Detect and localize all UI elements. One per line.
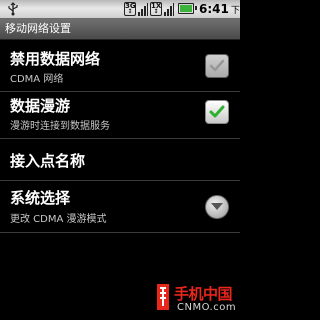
pref-summary: 漫游时连接到数据服务	[10, 121, 110, 132]
status-bar: 3G ↕ 1X ↕ 6:41 下午	[0, 0, 249, 19]
pref-title: 数据漫游	[10, 97, 71, 115]
pref-title: 禁用数据网络	[10, 50, 101, 68]
signal-strength-icon-2	[164, 3, 174, 16]
pref-title: 系统选择	[10, 189, 71, 207]
battery-level-fill	[180, 5, 192, 12]
usb-icon	[8, 2, 18, 16]
pref-disable-data-network[interactable]: 禁用数据网络 CDMA 网络	[0, 40, 240, 92]
chevron-down-icon	[211, 203, 223, 210]
check-icon	[209, 59, 225, 72]
pref-data-roaming[interactable]: 数据漫游 漫游时连接到数据服务	[0, 92, 240, 139]
battery-icon	[178, 3, 197, 14]
watermark-brand: 手机中国	[174, 285, 233, 303]
pref-summary: CDMA 网络	[10, 74, 64, 85]
clock-time: 6:41	[199, 2, 229, 16]
cnmo-watermark: 手机中国 CNMO.com	[154, 282, 238, 318]
disable-data-checkbox[interactable]	[205, 54, 229, 78]
pref-system-select[interactable]: 系统选择 更改 CDMA 漫游模式	[0, 181, 240, 233]
1x-roaming-icon: 1X ↕	[150, 2, 162, 16]
system-select-dropdown[interactable]	[205, 195, 229, 219]
title-bar: 移动网络设置	[0, 19, 240, 40]
pref-access-point-names[interactable]: 接入点名称	[0, 139, 240, 181]
signal-strength-icon	[138, 3, 148, 16]
3g-data-icon: 3G ↕	[124, 2, 136, 16]
check-icon	[209, 105, 225, 118]
clock-ampm: 下午	[230, 6, 249, 16]
cnmo-logo-icon	[157, 284, 169, 310]
pref-title: 接入点名称	[10, 152, 86, 170]
watermark-site: CNMO.com	[177, 302, 237, 313]
data-roaming-checkbox[interactable]	[205, 100, 229, 124]
page-title: 移动网络设置	[5, 22, 71, 35]
clock: 6:41 下午	[199, 1, 249, 19]
pref-summary: 更改 CDMA 漫游模式	[10, 214, 107, 225]
